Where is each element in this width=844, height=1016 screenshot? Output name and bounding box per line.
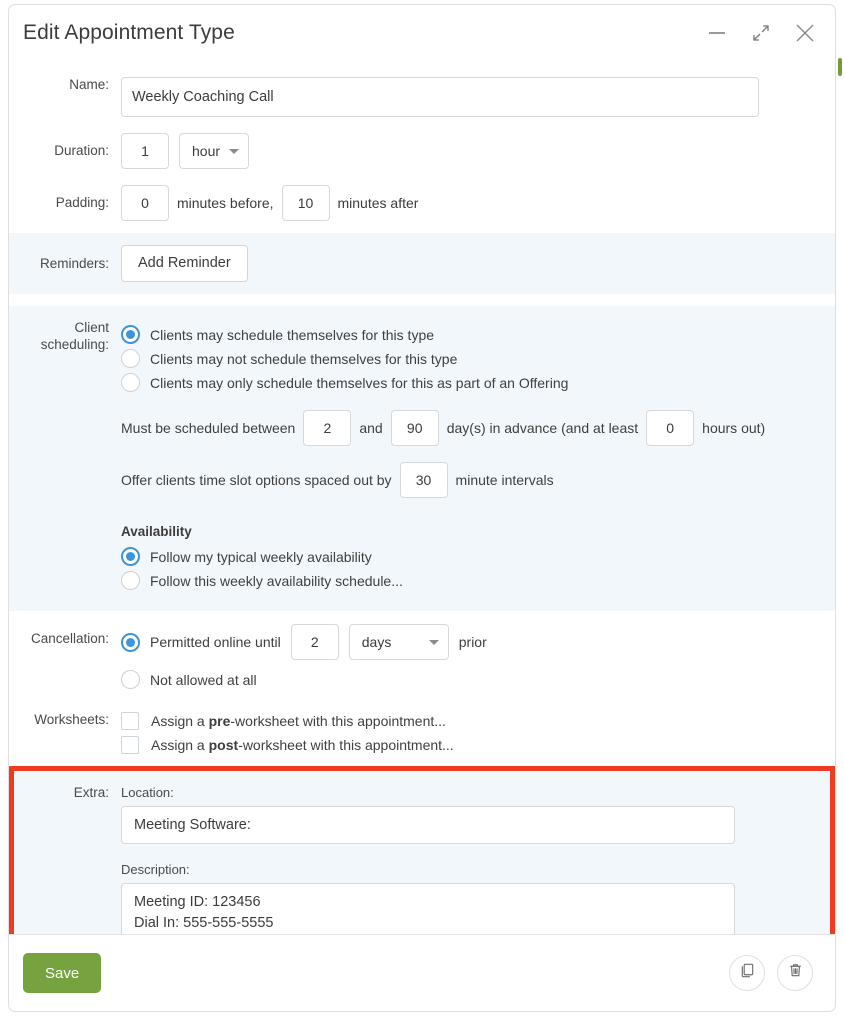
max-advance-days-input[interactable]: [390, 410, 439, 446]
radio-label: Clients may only schedule themselves for…: [150, 374, 569, 391]
reminders-section: Reminders: Add Reminder: [9, 233, 835, 294]
advance-suffix-text: hours out): [702, 420, 766, 436]
radio-icon-selected[interactable]: [121, 632, 140, 652]
client-scheduling-row: Client scheduling: Clients may schedule …: [9, 320, 835, 595]
add-reminder-button[interactable]: Add Reminder: [121, 245, 248, 282]
checkbox-icon[interactable]: [121, 736, 139, 754]
reminders-label: Reminders:: [39, 256, 109, 271]
name-label: Name:: [69, 77, 109, 92]
padding-row: Padding: minutes before, minutes after: [9, 177, 835, 233]
radio-label: Follow my typical weekly availability: [150, 548, 372, 565]
radio-icon-selected[interactable]: [121, 325, 140, 344]
worksheets-label: Worksheets:: [34, 712, 109, 727]
radio-typical-weekly-availability[interactable]: Follow my typical weekly availability: [121, 547, 815, 566]
copy-icon: [739, 962, 756, 984]
cancellation-unit-value: days: [361, 634, 392, 650]
radio-icon[interactable]: [121, 571, 140, 590]
post-worksheet-strong: post: [208, 737, 239, 753]
background-page-sliver: [838, 58, 842, 76]
delete-button[interactable]: [777, 955, 813, 991]
footer-actions: [729, 955, 813, 991]
post-worksheet-suffix: -worksheet with this appointment...: [238, 737, 454, 753]
close-icon[interactable]: [793, 21, 817, 45]
client-scheduling-section: Client scheduling: Clients may schedule …: [9, 306, 835, 611]
min-advance-days-input[interactable]: [303, 410, 352, 446]
cancellation-prior-text: prior: [458, 634, 487, 650]
dialog-titlebar: Edit Appointment Type: [9, 5, 835, 61]
cancellation-amount-input[interactable]: [290, 624, 339, 660]
extra-section: Extra: Location: Description: Meeting ID…: [14, 771, 830, 934]
pre-worksheet-prefix: Assign a: [151, 713, 209, 729]
name-input[interactable]: [121, 77, 759, 117]
duration-unit-select[interactable]: hour: [179, 133, 250, 169]
advance-joiner-text: and: [359, 420, 383, 436]
radio-label: Clients may schedule themselves for this…: [150, 326, 435, 343]
advance-prefix-text: Must be scheduled between: [121, 420, 296, 436]
location-label: Location:: [121, 785, 174, 800]
advance-mid-text: day(s) in advance (and at least: [446, 420, 639, 436]
cancellation-row: Cancellation: Permitted online until day…: [9, 611, 835, 698]
description-textarea[interactable]: Meeting ID: 123456 Dial In: 555-555-5555: [121, 883, 735, 934]
cancellation-unit-select[interactable]: days: [348, 624, 449, 660]
radio-label: Clients may not schedule themselves for …: [150, 350, 458, 367]
pre-worksheet-suffix: -worksheet with this appointment...: [230, 713, 446, 729]
name-row: Name:: [9, 67, 835, 125]
padding-before-label: minutes before,: [177, 195, 274, 211]
cancellation-label: Cancellation:: [30, 631, 109, 646]
page-title: Edit Appointment Type: [23, 21, 235, 44]
chevron-down-icon: [428, 640, 439, 645]
radio-label: Permitted online until: [150, 634, 281, 650]
radio-icon-selected[interactable]: [121, 547, 140, 566]
min-hours-out-input[interactable]: [646, 410, 695, 446]
radio-icon[interactable]: [121, 373, 140, 392]
duration-label: Duration:: [54, 143, 109, 158]
checkbox-pre-worksheet[interactable]: Assign a pre-worksheet with this appoint…: [121, 712, 454, 730]
pre-worksheet-strong: pre: [208, 713, 231, 729]
description-label: Description:: [121, 862, 190, 877]
window-controls: [705, 21, 821, 45]
radio-cancellation-permitted[interactable]: Permitted online until days prior: [121, 624, 487, 660]
duration-amount-input[interactable]: [121, 133, 169, 169]
reminders-row: Reminders: Add Reminder: [9, 245, 835, 282]
padding-after-input[interactable]: [281, 185, 330, 221]
radio-clients-may-schedule[interactable]: Clients may schedule themselves for this…: [121, 325, 815, 344]
duplicate-button[interactable]: [729, 955, 765, 991]
radio-clients-offering-only[interactable]: Clients may only schedule themselves for…: [121, 373, 815, 392]
interval-suffix-text: minute intervals: [455, 472, 554, 488]
chevron-down-icon: [229, 149, 240, 154]
radio-cancellation-not-allowed[interactable]: Not allowed at all: [121, 670, 487, 689]
checkbox-icon[interactable]: [121, 712, 139, 730]
dialog-footer: Save: [9, 935, 835, 1011]
trash-icon: [787, 962, 804, 984]
client-scheduling-label: Client scheduling:: [40, 320, 109, 352]
radio-icon[interactable]: [121, 670, 140, 689]
location-input[interactable]: [121, 806, 735, 844]
padding-label: Padding:: [55, 195, 109, 210]
duration-row: Duration: hour: [9, 125, 835, 177]
padding-before-input[interactable]: [121, 185, 169, 221]
minimize-icon[interactable]: [705, 21, 729, 45]
interval-line: Offer clients time slot options spaced o…: [121, 462, 815, 498]
slot-interval-input[interactable]: [399, 462, 448, 498]
dialog-body: Name: Duration: hour Padding: minutes be…: [9, 61, 835, 935]
radio-label: Not allowed at all: [150, 671, 257, 688]
availability-heading: Availability: [121, 524, 192, 539]
radio-icon[interactable]: [121, 349, 140, 368]
radio-this-weekly-schedule[interactable]: Follow this weekly availability schedule…: [121, 571, 815, 590]
extra-label: Extra:: [73, 785, 109, 800]
radio-label: Follow this weekly availability schedule…: [150, 572, 403, 589]
post-worksheet-prefix: Assign a: [151, 737, 209, 753]
advance-window-line: Must be scheduled between and day(s) in …: [121, 410, 815, 446]
padding-after-label: minutes after: [337, 195, 419, 211]
collapse-icon[interactable]: [749, 21, 773, 45]
edit-appointment-type-dialog: Edit Appointment Type Name: Weekly Coach…: [8, 4, 836, 1012]
radio-clients-may-not-schedule[interactable]: Clients may not schedule themselves for …: [121, 349, 815, 368]
duration-unit-value: hour: [192, 143, 221, 159]
extra-section-highlight: Extra: Location: Description: Meeting ID…: [9, 766, 835, 934]
worksheets-row: Worksheets: Assign a pre-worksheet with …: [9, 698, 835, 764]
checkbox-post-worksheet[interactable]: Assign a post-worksheet with this appoin…: [121, 736, 454, 754]
save-button[interactable]: Save: [23, 953, 102, 993]
interval-prefix-text: Offer clients time slot options spaced o…: [121, 472, 392, 488]
